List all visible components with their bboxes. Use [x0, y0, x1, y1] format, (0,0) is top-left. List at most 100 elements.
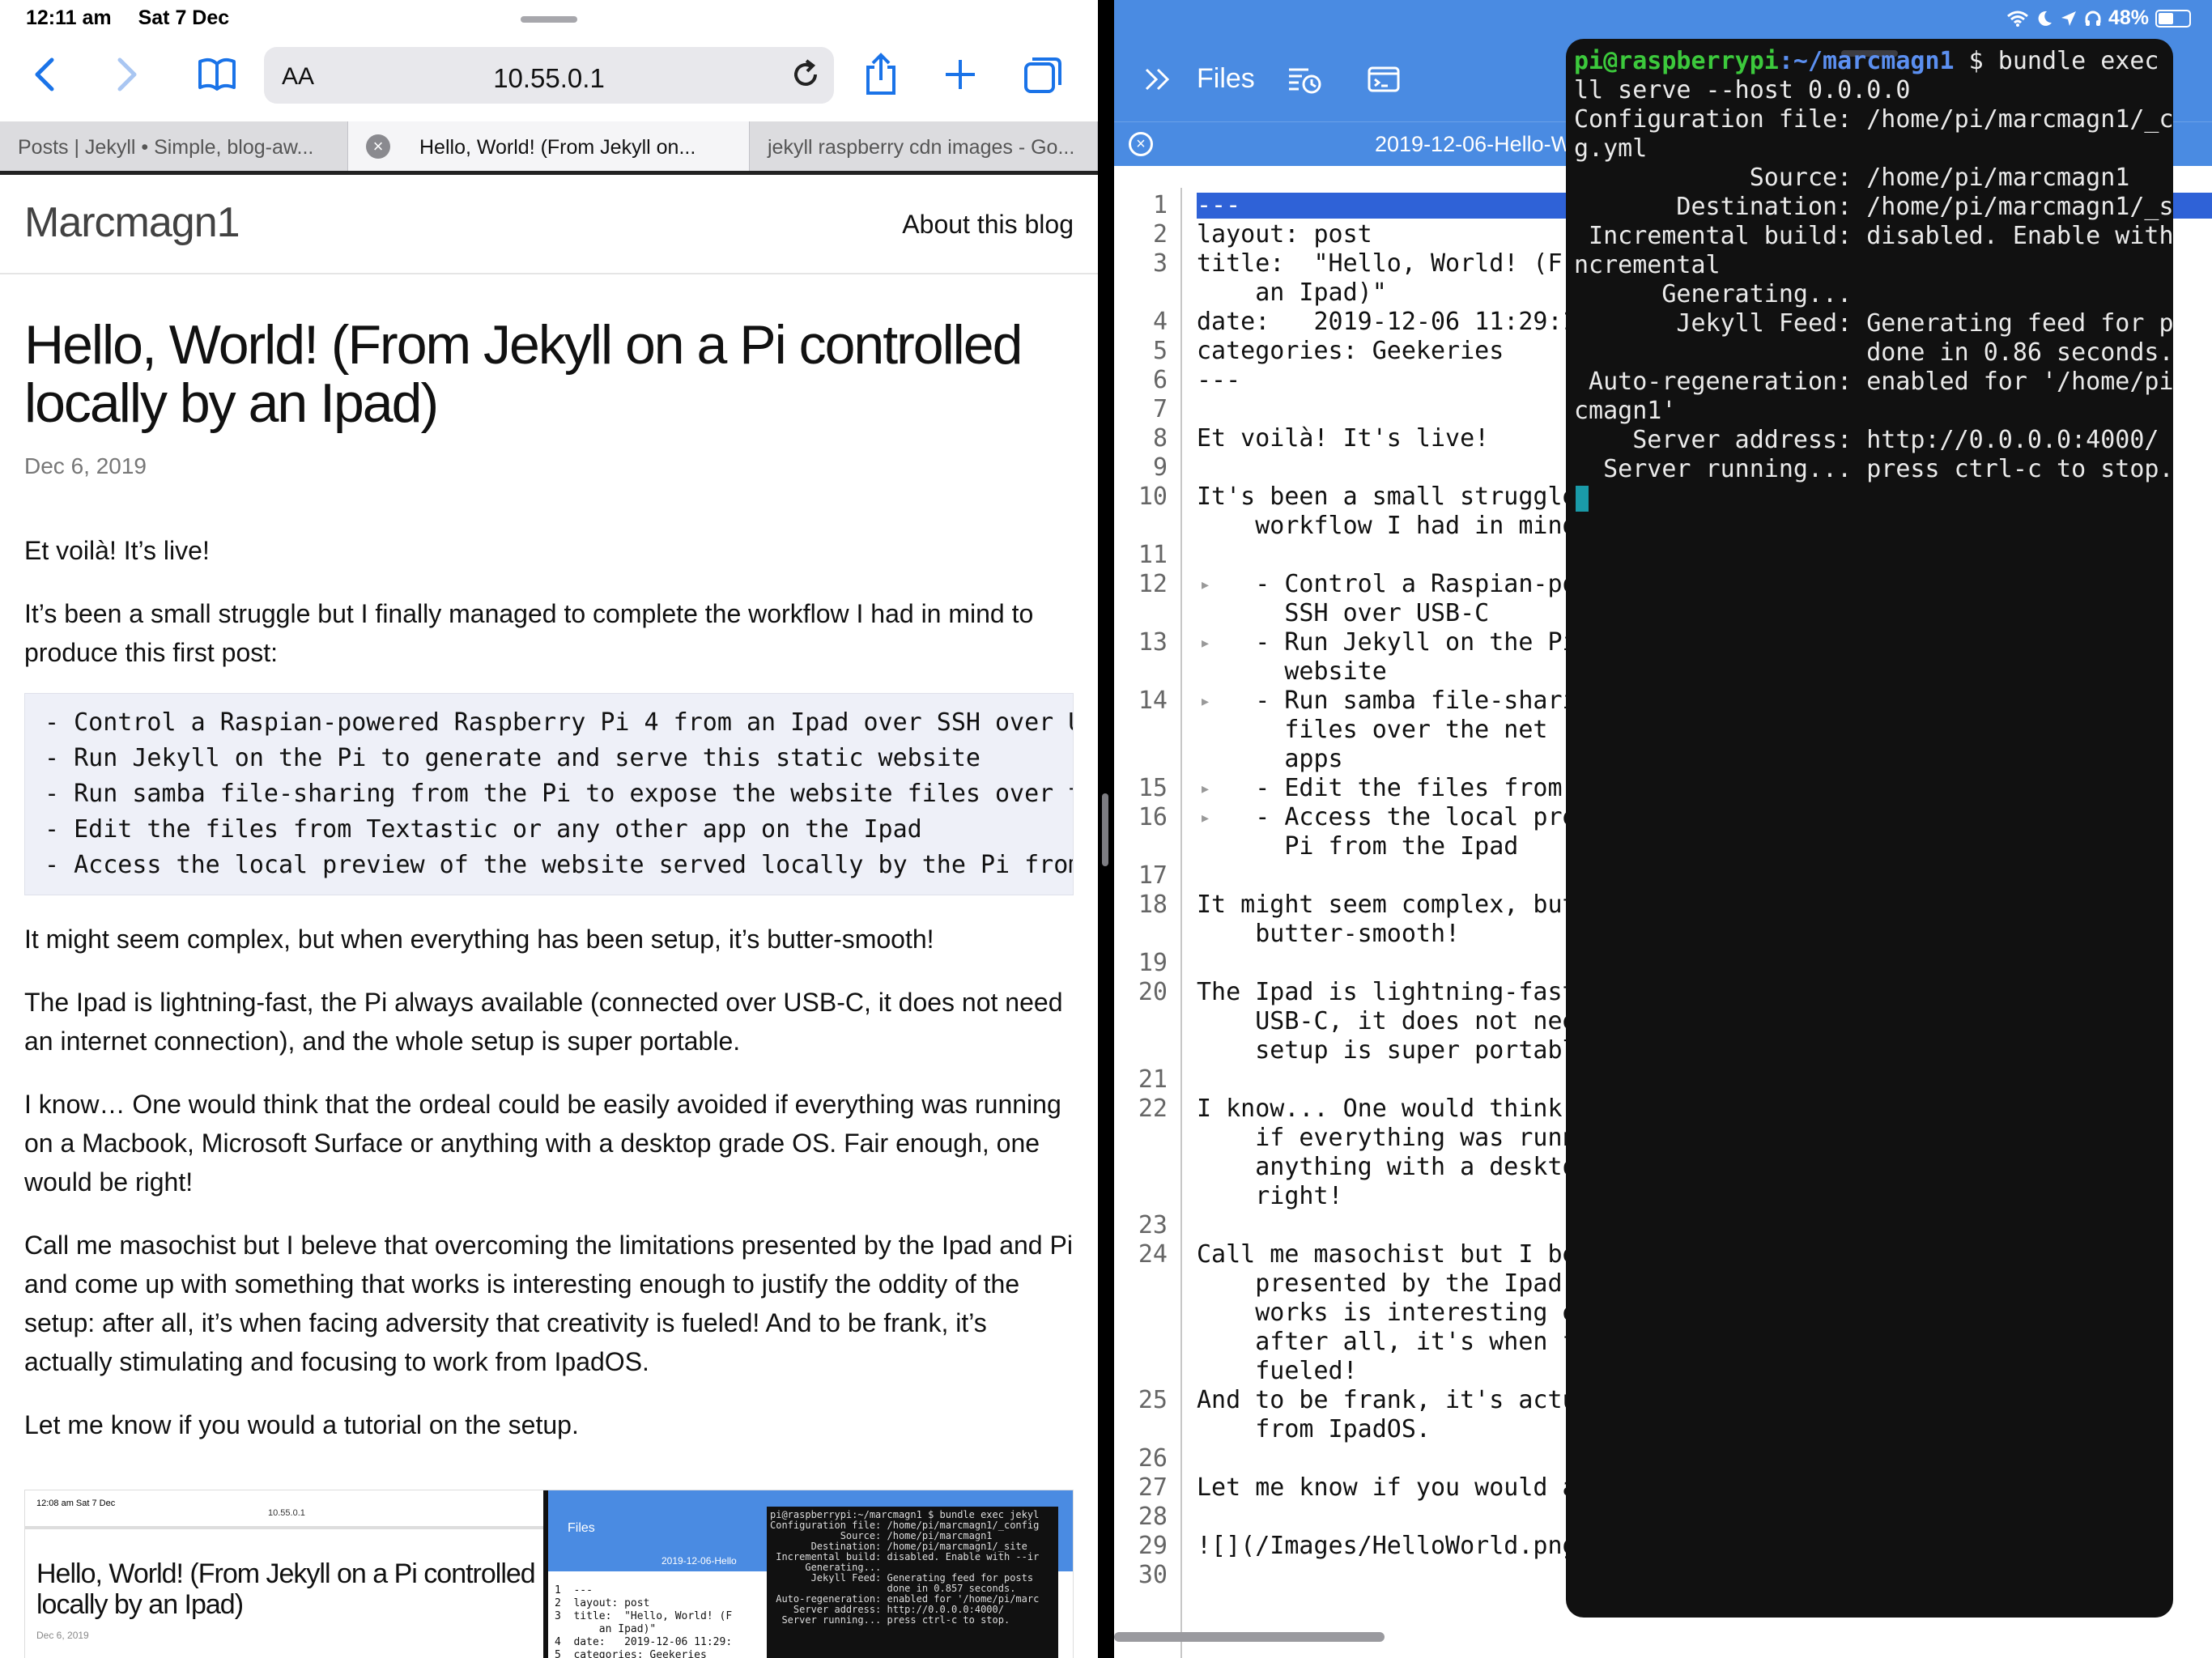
chevron-right-icon	[117, 57, 137, 91]
code-line: categories: Geekeries	[1197, 337, 1504, 365]
thumbnail-safari: 12:08 am Sat 7 Dec 10.55.0.1 Hello, Worl…	[25, 1490, 543, 1658]
line-number: 23	[1138, 1211, 1168, 1239]
status-date: Sat 7 Dec	[138, 6, 230, 29]
thumbnail-filename: 2019-12-06-Hello	[661, 1555, 737, 1567]
post-title: Hello, World! (From Jekyll on a Pi contr…	[24, 314, 1023, 434]
line-number-gutter: 1 2 3 4 5 6 7 8 9 10 11 12 13 14 15 16 17 18 19 20 21 22 23 24 2…	[1114, 188, 1182, 1658]
line-number: 17	[1138, 861, 1168, 890]
status-bar-right: 48%	[2006, 6, 2191, 30]
bookmarks-button[interactable]	[193, 52, 241, 97]
code-line: - Run Jekyll on the Pi to generate and s…	[45, 744, 981, 772]
split-view-handle[interactable]	[1102, 793, 1108, 866]
line-number: 30	[1138, 1561, 1168, 1589]
files-button[interactable]: Files	[1197, 63, 1255, 95]
line-number: 16	[1138, 803, 1168, 831]
code-block: - Control a Raspian-powered Raspberry Pi…	[24, 693, 1074, 895]
code-line: - Access the local preview of the websit…	[45, 851, 1074, 879]
recent-files-button[interactable]	[1287, 63, 1323, 100]
code-line: USB-C, it does not nee	[1197, 1007, 1577, 1035]
share-button[interactable]	[857, 52, 905, 97]
tabs-icon	[1024, 57, 1061, 93]
line-number: 7	[1152, 395, 1168, 423]
tab-label: jekyll raspberry cdn images - Go...	[768, 136, 1075, 159]
close-file-icon[interactable]: ×	[1129, 132, 1153, 156]
terminal-slide-over[interactable]: pi@raspberrypi:~/marcmagn1 $ bundle exec…	[1566, 39, 2173, 1618]
line-number: 15	[1138, 774, 1168, 802]
code-line: And to be frank, it's actu	[1197, 1386, 1577, 1414]
code-line: - Run samba file-sharing from the Pi to …	[45, 780, 1074, 808]
terminal-output-line: cmagn1'	[1574, 397, 1677, 425]
line-number: 19	[1138, 949, 1168, 977]
site-header: Marcmagn1 About this blog	[0, 179, 1098, 274]
close-tab-icon[interactable]: ×	[366, 134, 390, 159]
forward-button[interactable]	[107, 52, 147, 97]
sidebar-toggle-button[interactable]	[1143, 63, 1172, 100]
code-line: after all, it's when f	[1197, 1328, 1577, 1356]
tabs-overview-button[interactable]	[1019, 52, 1067, 97]
line-number: 21	[1138, 1065, 1168, 1094]
tab-hello-world[interactable]: × Hello, World! (From Jekyll on...	[348, 121, 750, 171]
post-screenshot-image: 12:08 am Sat 7 Dec 10.55.0.1 Hello, Worl…	[24, 1490, 1074, 1658]
plus-icon	[946, 60, 975, 89]
code-line: - Edit the files from	[1197, 774, 1563, 802]
line-number: 20	[1138, 978, 1168, 1006]
reload-button[interactable]	[789, 57, 823, 96]
tab-bar: Posts | Jekyll • Simple, blog-aw... × He…	[0, 121, 1098, 175]
thumbnail-title: Hello, World! (From Jekyll on a Pi contr…	[36, 1558, 536, 1620]
line-number: 10	[1138, 483, 1168, 511]
line-number: 26	[1138, 1444, 1168, 1473]
horizontal-scrollbar[interactable]	[1114, 1632, 1385, 1642]
address-bar[interactable]: AA 10.55.0.1	[264, 47, 834, 104]
headphones-icon	[2085, 11, 2101, 26]
terminal-button[interactable]	[1367, 63, 1401, 100]
prompt-user: pi@raspberrypi	[1574, 47, 1779, 75]
moon-icon	[2038, 11, 2052, 26]
line-number: 8	[1152, 424, 1168, 453]
line-number: 29	[1138, 1532, 1168, 1560]
prompt-command: $ bundle exec jeky	[1968, 47, 2159, 75]
code-line: - Edit the files from Textastic or any o…	[45, 815, 922, 844]
terminal-prompt-line: pi@raspberrypi:~/marcmagn1 $ bundle exec…	[1574, 47, 2173, 76]
thumbnail-status: 12:08 am Sat 7 Dec	[36, 1499, 116, 1508]
code-line: Call me masochist but I be	[1197, 1240, 1577, 1269]
tab-posts-jekyll[interactable]: Posts | Jekyll • Simple, blog-aw...	[0, 121, 348, 171]
line-number: 9	[1152, 453, 1168, 482]
line-number: 11	[1138, 541, 1168, 569]
back-button[interactable]	[24, 52, 65, 97]
code-line: butter-smooth!	[1197, 920, 1461, 948]
tab-google-search[interactable]: jekyll raspberry cdn images - Go...	[750, 121, 1098, 171]
line-number: 1	[1152, 191, 1168, 219]
line-number: 27	[1138, 1473, 1168, 1502]
line-number: 25	[1138, 1386, 1168, 1414]
paragraph: The Ipad is lightning-fast, the Pi alway…	[24, 988, 1063, 1056]
code-line: Et voilà! It's live!	[1197, 424, 1490, 453]
paragraph: It’s been a small struggle but I finally…	[24, 599, 1034, 667]
terminal-output-line: Configuration file: /home/pi/marcmagn1/_…	[1574, 105, 2173, 134]
address-url: 10.55.0.1	[493, 63, 605, 93]
paragraph: Et voilà! It’s live!	[24, 536, 210, 565]
status-bar-left: 12:11 am Sat 7 Dec	[26, 6, 250, 30]
line-number: 3	[1152, 249, 1168, 278]
share-icon	[866, 53, 895, 95]
site-title-link[interactable]: Marcmagn1	[24, 198, 240, 247]
post-content: Hello, World! (From Jekyll on a Pi contr…	[24, 316, 1077, 1444]
tab-label: Hello, World! (From Jekyll on...	[419, 136, 696, 159]
code-line: ---	[1197, 191, 1241, 219]
about-link[interactable]: About this blog	[902, 210, 1074, 240]
code-line: The Ipad is lightning-fast	[1197, 978, 1577, 1006]
code-line: workflow I had in mind	[1197, 512, 1577, 540]
terminal-output-line: Auto-regeneration: enabled for '/home/pi…	[1574, 368, 2173, 396]
wifi-icon	[2006, 11, 2028, 27]
battery-icon	[2155, 9, 2191, 28]
new-tab-button[interactable]	[936, 52, 985, 97]
terminal-output-line: ll serve --host 0.0.0.0	[1574, 76, 1911, 104]
multitasking-grabber[interactable]	[521, 16, 577, 23]
code-line: if everything was runn	[1197, 1124, 1577, 1152]
terminal-output-line: done in 0.86 seconds.	[1574, 338, 2173, 367]
code-line: files over the net	[1197, 716, 1548, 744]
line-number: 5	[1152, 337, 1168, 365]
terminal-output-line: ncremental	[1574, 251, 1721, 279]
code-line: an Ipad)"	[1197, 278, 1387, 307]
double-chevron-right-icon	[1145, 68, 1170, 91]
line-number: 18	[1138, 891, 1168, 919]
